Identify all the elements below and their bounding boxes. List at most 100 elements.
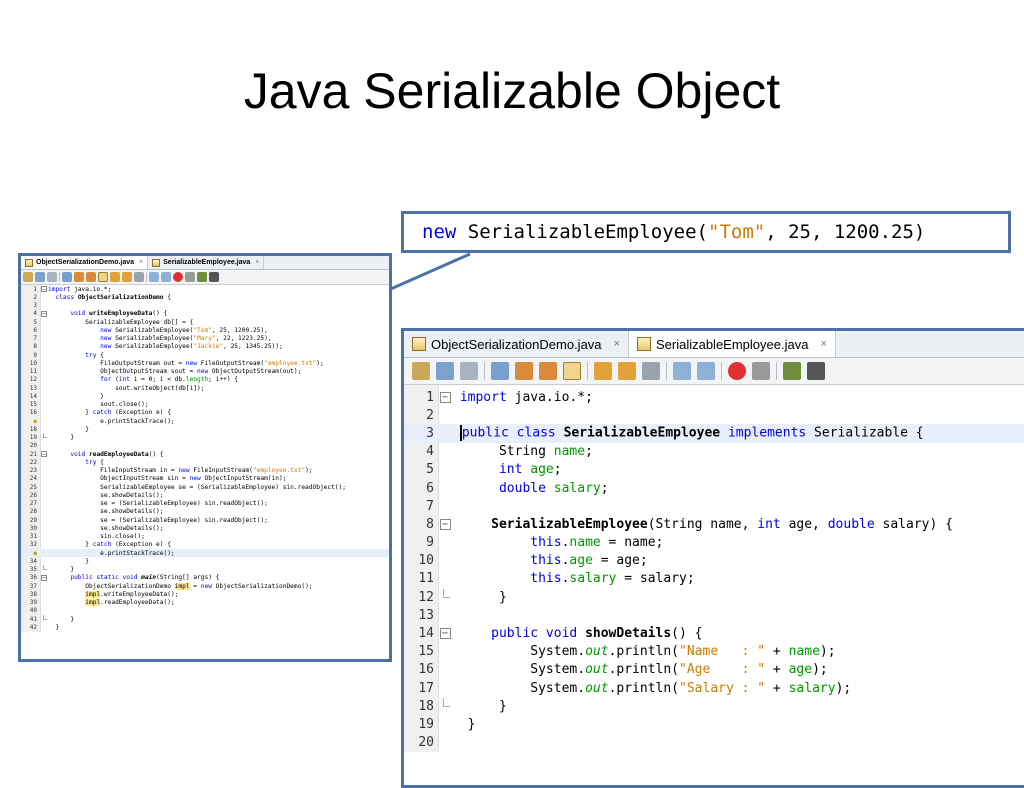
find-previous-icon[interactable] [74, 272, 84, 282]
forward-icon[interactable] [47, 272, 57, 282]
line-number: 11 [418, 571, 434, 587]
code-line: 22 try { [21, 458, 389, 466]
comment-icon[interactable] [783, 362, 801, 380]
code-line: 2 class ObjectSerializationDemo { [21, 293, 389, 301]
fold-collapse-icon[interactable]: − [439, 391, 451, 403]
shift-left-icon[interactable] [149, 272, 159, 282]
code-line: 39 impl.readEmployeeData(); [21, 599, 389, 607]
code-line: 6 new SerializableEmployee("Tom", 25, 12… [21, 326, 389, 334]
code-line: 29 se = (SerializableEmployee) sin.readO… [21, 516, 389, 524]
previous-bookmark-icon[interactable] [594, 362, 612, 380]
toggle-bookmark-icon[interactable] [642, 362, 660, 380]
toggle-highlight-icon[interactable] [563, 362, 581, 380]
code-text: public static void main(String[] args) { [70, 574, 220, 582]
code-text: void readEmployeeData() { [70, 450, 164, 458]
find-next-icon[interactable] [86, 272, 96, 282]
code-text: } [85, 557, 89, 565]
line-number: 25 [29, 483, 37, 491]
employee-editor-window: ObjectSerializationDemo.java × Serializa… [401, 328, 1024, 788]
next-bookmark-icon[interactable] [122, 272, 132, 282]
line-number: 23 [29, 467, 37, 475]
previous-bookmark-icon[interactable] [110, 272, 120, 282]
tab-serializable-employee[interactable]: SerializableEmployee.java × [628, 331, 836, 357]
code-line: 12 } [404, 588, 1024, 606]
line-number: 8 [33, 343, 37, 351]
code-line: 3 [21, 302, 389, 310]
tab-serializable-employee[interactable]: SerializableEmployee.java × [148, 256, 265, 269]
line-number: 4 [33, 310, 37, 318]
code-text: ObjectInputStream sin = new ObjectInputS… [100, 475, 287, 483]
code-line: 30 se.showDetails(); [21, 524, 389, 532]
fold-collapse-icon[interactable]: − [439, 518, 451, 530]
close-icon[interactable]: × [255, 259, 259, 266]
line-number: 10 [29, 359, 37, 367]
code-text: sout.close(); [100, 401, 149, 409]
code-text: se = (SerializableEmployee) sin.readObje… [100, 500, 268, 508]
code-line: 18 } [404, 697, 1024, 715]
code-line: 10 FileOutputStream out = new FileOutput… [21, 359, 389, 367]
search-icon[interactable] [62, 272, 72, 282]
code-line: 16 } catch (Exception e) { [21, 409, 389, 417]
code-text: new SerializableEmployee("Jackie", 25, 1… [100, 343, 283, 351]
line-number: 31 [29, 533, 37, 541]
toggle-bookmark-icon[interactable] [134, 272, 144, 282]
toolbar-separator [666, 362, 667, 380]
find-previous-icon[interactable] [515, 362, 533, 380]
toggle-highlight-icon[interactable] [98, 272, 108, 282]
hint-bulb-icon[interactable]: ● [21, 550, 40, 557]
stop-macro-icon[interactable] [185, 272, 195, 282]
code-line: 20 [21, 442, 389, 450]
tab-label: ObjectSerializationDemo.java [36, 259, 135, 266]
fold-collapse-icon[interactable]: − [41, 286, 47, 293]
stop-macro-icon[interactable] [752, 362, 770, 380]
next-bookmark-icon[interactable] [618, 362, 636, 380]
code-text: sin.close(); [100, 533, 145, 541]
line-number: 39 [29, 599, 37, 607]
java-file-icon [25, 258, 33, 267]
code-area[interactable]: 1− import java.io.*; 2 class ObjectSerial… [21, 285, 389, 632]
shift-right-icon[interactable] [697, 362, 715, 380]
java-file-icon [636, 337, 651, 351]
tab-object-serialization-demo[interactable]: ObjectSerializationDemo.java × [21, 256, 149, 269]
comment-icon[interactable] [197, 272, 207, 282]
code-line-highlighted: ● e.printStackTrace(); [21, 549, 389, 558]
fold-collapse-icon[interactable]: − [41, 310, 47, 317]
history-icon[interactable] [23, 272, 33, 282]
back-icon[interactable] [35, 272, 45, 282]
code-line: 17 System.out.println("Salary : " + sala… [404, 679, 1024, 697]
constructor-callout: new SerializableEmployee("Tom", 25, 1200… [401, 211, 1011, 253]
line-number: 11 [29, 368, 37, 376]
close-icon[interactable]: × [139, 259, 143, 266]
toolbar-separator [587, 362, 588, 380]
code-area[interactable]: 1− import java.io.*; 2 3 public class Se… [404, 385, 1024, 752]
hint-bulb-icon[interactable]: ● [21, 418, 40, 425]
code-text: System.out.println("Age : " + age); [530, 662, 828, 678]
forward-icon[interactable] [460, 362, 478, 380]
shift-right-icon[interactable] [161, 272, 171, 282]
find-next-icon[interactable] [539, 362, 557, 380]
close-icon[interactable]: × [614, 338, 620, 350]
uncomment-icon[interactable] [209, 272, 219, 282]
line-number: 14 [418, 626, 434, 642]
search-icon[interactable] [491, 362, 509, 380]
tab-object-serialization-demo[interactable]: ObjectSerializationDemo.java × [404, 331, 629, 357]
code-text: } catch (Exception e) { [85, 541, 171, 549]
line-number: 1 [33, 285, 37, 293]
code-text: sout.writeObject(db[i]); [115, 384, 205, 392]
code-text: e.printStackTrace(); [100, 417, 175, 425]
shift-left-icon[interactable] [673, 362, 691, 380]
history-icon[interactable] [412, 362, 430, 380]
line-number: 2 [33, 293, 37, 301]
record-macro-icon[interactable] [728, 362, 746, 380]
uncomment-icon[interactable] [807, 362, 825, 380]
fold-collapse-icon[interactable]: − [41, 574, 47, 581]
fold-collapse-icon[interactable]: − [41, 451, 47, 458]
record-macro-icon[interactable] [173, 272, 183, 282]
back-icon[interactable] [436, 362, 454, 380]
editor-toolbar [21, 270, 389, 285]
close-icon[interactable]: × [820, 338, 826, 350]
code-line: 13 [404, 606, 1024, 624]
line-number: 38 [29, 590, 37, 598]
fold-collapse-icon[interactable]: − [439, 628, 451, 640]
code-line: 41 } [21, 614, 389, 623]
